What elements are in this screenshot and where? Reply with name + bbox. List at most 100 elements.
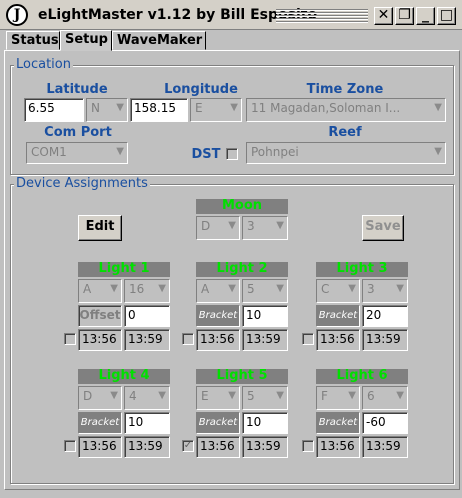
light-6-header: Light 6 [316,369,408,384]
chevron-down-icon: ▼ [276,283,284,294]
light-1-off-time[interactable]: 13:59 [124,329,170,351]
light-4-mode[interactable]: Bracket [78,412,122,434]
light-2-header: Light 2 [196,262,288,277]
light-5-mode[interactable]: Bracket [196,412,240,434]
tab-setup[interactable]: Setup [60,30,112,51]
light-5-checkbox[interactable]: ✓ [182,440,194,452]
light-2-checkbox[interactable] [182,333,194,345]
chevron-down-icon: ▼ [230,102,238,113]
light-2-house-value: A [201,282,210,296]
light-6-mode[interactable]: Bracket [316,412,360,434]
light-4-unit-select[interactable]: 4 ▼ [124,386,170,410]
status-bar [0,492,462,498]
light-2-off-time[interactable]: 13:59 [242,329,288,351]
light-6-value-input[interactable]: -60 [362,412,408,434]
latitude-direction-select[interactable]: N ▼ [86,98,128,122]
comport-select[interactable]: COM1 ▼ [26,142,128,164]
latitude-input[interactable]: 6.55 [24,98,84,122]
moon-house-select[interactable]: D ▼ [196,216,240,240]
light-4-checkbox[interactable] [64,440,76,452]
light-2-house-select[interactable]: A ▼ [196,279,240,303]
moon-unit-select[interactable]: 3 ▼ [242,216,288,240]
light-4-unit-value: 4 [129,389,137,403]
chevron-down-icon: ▼ [434,102,442,113]
chevron-down-icon: ▼ [348,283,356,294]
chevron-down-icon: ▼ [228,390,236,401]
latitude-label: Latitude [46,82,108,97]
chevron-down-icon: ▼ [396,390,404,401]
chevron-down-icon: ▼ [158,390,166,401]
chevron-down-icon: ▼ [276,220,284,231]
light-3-mode[interactable]: Bracket [316,305,360,327]
light-3-checkbox[interactable] [302,333,314,345]
light-1-house-select[interactable]: A ▼ [78,279,122,303]
maximize-button[interactable]: □ [437,7,456,25]
chevron-down-icon: ▼ [116,146,124,157]
reef-value: Pohnpei [251,145,299,159]
reef-select[interactable]: Pohnpei ▼ [246,142,446,164]
light-3-on-time[interactable]: 13:56 [316,329,360,351]
chevron-down-icon: ▼ [434,146,442,157]
light-1-header: Light 1 [78,262,170,277]
light-4-value-input[interactable]: 10 [124,412,170,434]
close-button[interactable]: ✕ [374,7,393,25]
light-2-on-time[interactable]: 13:56 [196,329,240,351]
comport-label: Com Port [44,125,112,140]
save-button[interactable]: Save [362,215,404,241]
light-6-house-select[interactable]: F ▼ [316,386,360,410]
title-grip-lines [276,9,368,23]
light-5-house-value: E [201,389,209,403]
longitude-input[interactable]: 158.15 [130,98,188,122]
location-group-title: Location [14,57,73,72]
light-2-value-input[interactable]: 10 [242,305,288,327]
tab-wavemaker[interactable]: WaveMaker [112,31,206,50]
restore-button[interactable]: ❐ [395,7,414,25]
dst-label: DST [191,147,221,162]
light-6-off-time[interactable]: 13:59 [362,436,408,458]
light-5-unit-select[interactable]: 5 ▼ [242,386,288,410]
light-6-on-time[interactable]: 13:56 [316,436,360,458]
light-6-unit-value: 6 [367,389,375,403]
light-3-off-time[interactable]: 13:59 [362,329,408,351]
light-5-off-time[interactable]: 13:59 [242,436,288,458]
light-3-unit-select[interactable]: 3 ▼ [362,279,408,303]
timezone-value: 11 Magadan,Soloman I... [251,101,401,115]
light-2-mode[interactable]: Bracket [196,305,240,327]
light-4-house-select[interactable]: D ▼ [78,386,122,410]
chevron-down-icon: ▼ [228,283,236,294]
light-4-on-time[interactable]: 13:56 [78,436,122,458]
chevron-down-icon: ▼ [110,390,118,401]
tab-status[interactable]: Status [6,31,60,50]
light-3-house-select[interactable]: C ▼ [316,279,360,303]
longitude-direction-select[interactable]: E ▼ [190,98,242,122]
light-5-on-time[interactable]: 13:56 [196,436,240,458]
light-4-off-time[interactable]: 13:59 [124,436,170,458]
light-1-on-time[interactable]: 13:56 [78,329,122,351]
light-2-unit-select[interactable]: 5 ▼ [242,279,288,303]
light-6-unit-select[interactable]: 6 ▼ [362,386,408,410]
light-1-mode[interactable]: Offset [78,305,122,327]
dst-checkbox[interactable] [226,148,238,160]
comport-value: COM1 [31,145,67,159]
light-1-checkbox[interactable] [64,333,76,345]
app-icon[interactable]: J [6,4,28,26]
light-3-unit-value: 3 [367,282,375,296]
light-5-header: Light 5 [196,369,288,384]
timezone-select[interactable]: 11 Magadan,Soloman I... ▼ [246,98,446,122]
light-5-house-select[interactable]: E ▼ [196,386,240,410]
moon-unit-value: 3 [247,219,255,233]
light-3-house-value: C [321,282,330,296]
minimize-button[interactable]: _ [416,7,435,25]
light-3-value-input[interactable]: 20 [362,305,408,327]
light-1-unit-select[interactable]: 16 ▼ [124,279,170,303]
longitude-label: Longitude [164,82,238,97]
light-5-unit-value: 5 [247,389,255,403]
light-1-value-input[interactable]: 0 [124,305,170,327]
reef-label: Reef [328,125,362,140]
chevron-down-icon: ▼ [110,283,118,294]
edit-button[interactable]: Edit [78,215,122,241]
light-5-value-input[interactable]: 10 [242,412,288,434]
light-1-house-value: A [83,282,92,296]
light-4-house-value: D [83,389,93,403]
light-6-checkbox[interactable] [302,440,314,452]
